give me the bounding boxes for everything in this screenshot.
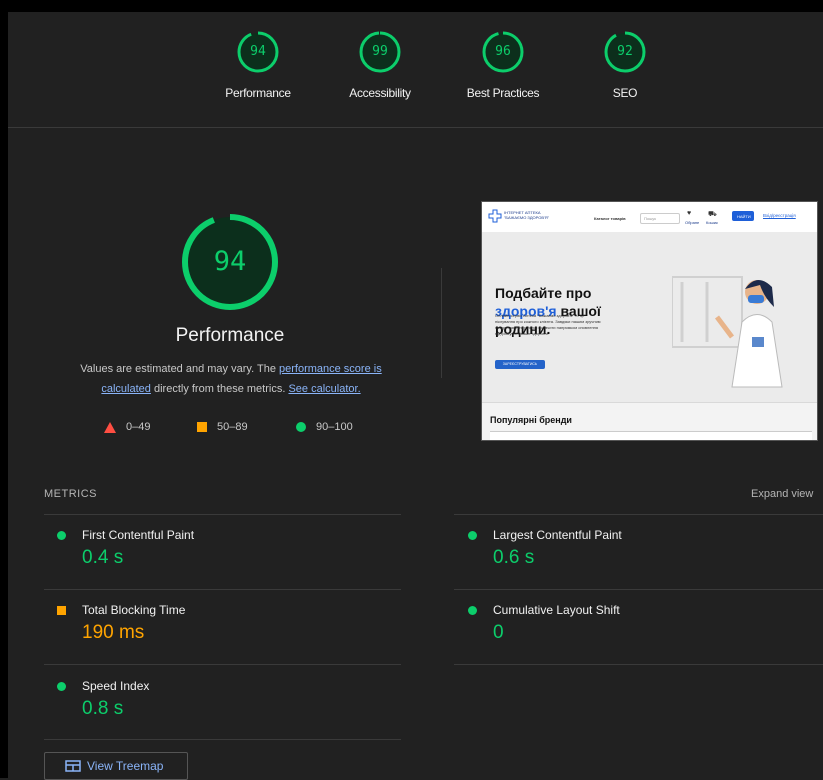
gauge-score: 94 bbox=[250, 44, 266, 59]
performance-title: Performance bbox=[175, 325, 285, 346]
metric-label: First Contentful Paint bbox=[82, 528, 195, 542]
view-treemap-button[interactable]: View Treemap bbox=[44, 752, 188, 780]
thumb-brand: "БАЖАЄМО ЗДОРОВ'Я" bbox=[504, 215, 550, 220]
final-screenshot[interactable]: ІНТЕРНЕТ АПТЕКА "БАЖАЄМО ЗДОРОВ'Я" Катал… bbox=[481, 201, 818, 441]
metric-label: Total Blocking Time bbox=[82, 603, 186, 617]
expand-view-toggle[interactable]: Expand view bbox=[751, 488, 813, 500]
left-edge bbox=[0, 0, 8, 778]
performance-description: Values are estimated and may vary. The p… bbox=[56, 359, 406, 399]
gauge-best-practices[interactable]: 96 Best Practices bbox=[448, 30, 558, 100]
divider bbox=[454, 664, 823, 665]
performance-score: 94 bbox=[213, 246, 247, 277]
metric-value: 0.6 s bbox=[493, 547, 535, 568]
gauge-label: Accessibility bbox=[349, 86, 411, 100]
legend-label: 90–100 bbox=[316, 421, 353, 433]
metrics-header: METRICS bbox=[44, 488, 97, 500]
divider bbox=[44, 514, 401, 515]
desc-text: directly from these metrics. bbox=[150, 383, 289, 395]
see-calculator-link[interactable]: See calculator. bbox=[288, 383, 360, 395]
thumb-search: Пошук bbox=[640, 213, 680, 224]
cross-logo-icon bbox=[488, 209, 502, 223]
divider bbox=[44, 739, 401, 740]
divider bbox=[454, 514, 823, 515]
thumb-register-button: ЗАРЕЄСТРУВАТИСЬ bbox=[495, 360, 545, 369]
legend-average: 50–89 bbox=[197, 421, 248, 433]
score-gauges: 94 Performance 99 Accessibility 96 Best … bbox=[8, 12, 823, 128]
thumb-login: Вхід/реєстрація bbox=[763, 213, 796, 218]
divider bbox=[441, 268, 442, 378]
top-edge bbox=[0, 0, 823, 12]
thumb-brands-strip bbox=[490, 431, 812, 440]
gauge-score: 92 bbox=[617, 44, 633, 59]
metric-label: Largest Contentful Paint bbox=[493, 528, 622, 542]
thumb-headline-1: Подбайте про bbox=[495, 285, 592, 301]
thumb-navbar: ІНТЕРНЕТ АПТЕКА "БАЖАЄМО ЗДОРОВ'Я" Катал… bbox=[482, 202, 817, 233]
view-treemap-label: View Treemap bbox=[87, 759, 164, 773]
pass-circle-icon bbox=[468, 606, 477, 615]
heart-icon: ♥ bbox=[687, 210, 692, 217]
metric-value: 0.4 s bbox=[82, 547, 124, 568]
cart-icon: ⛟ bbox=[708, 211, 717, 218]
triangle-icon bbox=[104, 421, 116, 433]
thumb-cart: Кошик bbox=[706, 220, 718, 225]
thumb-brands-title: Популярні бренди bbox=[490, 415, 572, 425]
metric-label: Speed Index bbox=[82, 679, 150, 693]
gauge-seo[interactable]: 92 SEO bbox=[570, 30, 680, 100]
metric-value: 190 ms bbox=[82, 622, 145, 643]
gauge-score: 99 bbox=[372, 44, 388, 59]
legend-label: 50–89 bbox=[217, 421, 248, 433]
gauge-accessibility[interactable]: 99 Accessibility bbox=[325, 30, 435, 100]
thumb-hero: Подбайте про здоров'я вашої родини. Онла… bbox=[482, 232, 817, 402]
legend-pass: 90–100 bbox=[296, 421, 353, 433]
divider bbox=[44, 664, 401, 665]
divider bbox=[454, 589, 823, 590]
desc-text: Values are estimated and may vary. The bbox=[80, 363, 279, 375]
divider bbox=[44, 589, 401, 590]
pass-circle-icon bbox=[57, 682, 66, 691]
gauge-label: SEO bbox=[612, 86, 638, 100]
legend-label: 0–49 bbox=[126, 421, 151, 433]
performance-gauge: 94 bbox=[180, 212, 280, 312]
thumb-find-text: НАЙТИ bbox=[737, 214, 751, 219]
metric-value: 0.8 s bbox=[82, 698, 124, 719]
gauge-performance[interactable]: 94 Performance bbox=[203, 30, 313, 100]
gauge-label: Performance bbox=[225, 86, 291, 100]
thumb-search-text: Пошук bbox=[644, 216, 657, 221]
thumb-nav-link: Каталог товарів bbox=[594, 216, 626, 221]
square-icon bbox=[197, 422, 207, 432]
treemap-icon bbox=[65, 760, 81, 772]
metric-value: 0 bbox=[493, 622, 504, 643]
pass-circle-icon bbox=[468, 531, 477, 540]
thumb-body: Онлайн-сервіс Аптека "Бажаємо здоров'я" … bbox=[495, 313, 601, 336]
legend-fail: 0–49 bbox=[104, 421, 150, 433]
metric-label: Cumulative Layout Shift bbox=[493, 603, 620, 617]
thumb-brands: Популярні бренди bbox=[482, 403, 817, 440]
circle-icon bbox=[296, 422, 306, 432]
pass-circle-icon bbox=[57, 531, 66, 540]
gauge-score: 96 bbox=[495, 44, 511, 59]
average-square-icon bbox=[57, 606, 66, 615]
thumb-fav: Обране bbox=[685, 220, 700, 225]
doctor-illustration-icon bbox=[672, 276, 783, 388]
gauge-label: Best Practices bbox=[466, 86, 540, 100]
thumb-find-button: НАЙТИ bbox=[732, 211, 754, 221]
